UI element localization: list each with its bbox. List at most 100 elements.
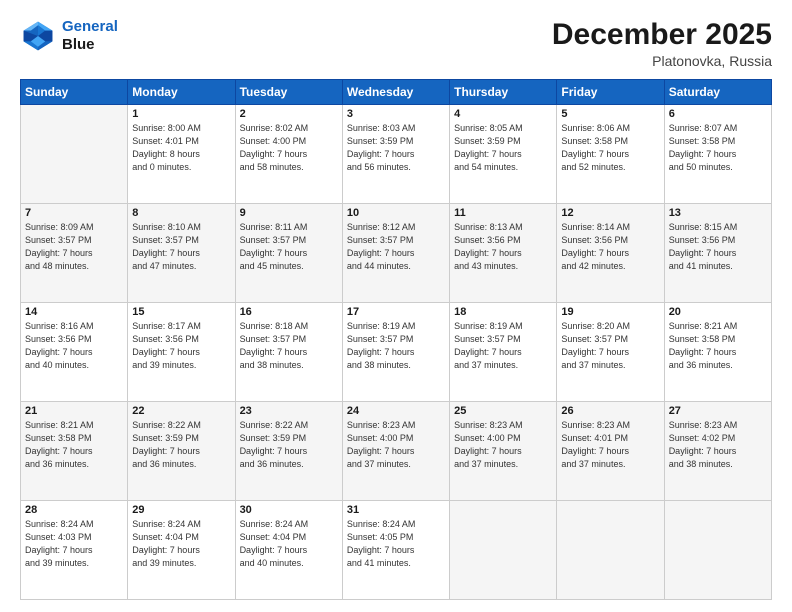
day-number: 18 (454, 306, 552, 318)
day-number: 5 (561, 108, 659, 120)
calendar-cell: 16 Sunrise: 8:18 AM Sunset: 3:57 PM Dayli… (235, 303, 342, 402)
main-title: December 2025 (552, 18, 772, 51)
day-info: Sunrise: 8:11 AM Sunset: 3:57 PM Dayligh… (240, 221, 338, 273)
calendar-cell: 23 Sunrise: 8:22 AM Sunset: 3:59 PM Dayli… (235, 402, 342, 501)
day-number: 14 (25, 306, 123, 318)
calendar-cell: 28Sunrise: 8:24 AM Sunset: 4:03 PM Dayli… (21, 501, 128, 600)
calendar-cell (664, 501, 771, 600)
calendar-cell: 9 Sunrise: 8:11 AM Sunset: 3:57 PM Daylig… (235, 204, 342, 303)
calendar-cell: 7 Sunrise: 8:09 AM Sunset: 3:57 PM Daylig… (21, 204, 128, 303)
week-row-3: 14 Sunrise: 8:16 AM Sunset: 3:56 PM Dayli… (21, 303, 772, 402)
calendar-cell: 26 Sunrise: 8:23 AM Sunset: 4:01 PM Dayli… (557, 402, 664, 501)
day-number: 8 (132, 207, 230, 219)
calendar-cell: 1Sunrise: 8:00 AM Sunset: 4:01 PM Daylig… (128, 105, 235, 204)
day-number: 9 (240, 207, 338, 219)
calendar-cell: 27 Sunrise: 8:23 AM Sunset: 4:02 PM Dayli… (664, 402, 771, 501)
day-number: 1 (132, 108, 230, 120)
day-number: 10 (347, 207, 445, 219)
week-row-5: 28Sunrise: 8:24 AM Sunset: 4:03 PM Dayli… (21, 501, 772, 600)
day-number: 12 (561, 207, 659, 219)
calendar-cell: 20Sunrise: 8:21 AM Sunset: 3:58 PM Dayli… (664, 303, 771, 402)
calendar-cell: 6 Sunrise: 8:07 AM Sunset: 3:58 PM Daylig… (664, 105, 771, 204)
logo-icon (20, 18, 56, 54)
day-number: 7 (25, 207, 123, 219)
col-friday: Friday (557, 80, 664, 105)
col-thursday: Thursday (450, 80, 557, 105)
calendar-cell: 19 Sunrise: 8:20 AM Sunset: 3:57 PM Dayli… (557, 303, 664, 402)
calendar-cell: 3Sunrise: 8:03 AM Sunset: 3:59 PM Daylig… (342, 105, 449, 204)
day-info: Sunrise: 8:18 AM Sunset: 3:57 PM Dayligh… (240, 320, 338, 372)
day-info: Sunrise: 8:22 AM Sunset: 3:59 PM Dayligh… (240, 419, 338, 471)
day-info: Sunrise: 8:24 AM Sunset: 4:04 PM Dayligh… (240, 518, 338, 570)
week-row-4: 21Sunrise: 8:21 AM Sunset: 3:58 PM Dayli… (21, 402, 772, 501)
day-info: Sunrise: 8:23 AM Sunset: 4:01 PM Dayligh… (561, 419, 659, 471)
day-number: 23 (240, 405, 338, 417)
day-number: 16 (240, 306, 338, 318)
day-info: Sunrise: 8:16 AM Sunset: 3:56 PM Dayligh… (25, 320, 123, 372)
col-monday: Monday (128, 80, 235, 105)
day-info: Sunrise: 8:03 AM Sunset: 3:59 PM Dayligh… (347, 122, 445, 174)
day-number: 26 (561, 405, 659, 417)
day-number: 15 (132, 306, 230, 318)
day-info: Sunrise: 8:12 AM Sunset: 3:57 PM Dayligh… (347, 221, 445, 273)
day-number: 20 (669, 306, 767, 318)
day-number: 27 (669, 405, 767, 417)
day-number: 24 (347, 405, 445, 417)
calendar-cell: 13Sunrise: 8:15 AM Sunset: 3:56 PM Dayli… (664, 204, 771, 303)
day-number: 19 (561, 306, 659, 318)
day-number: 6 (669, 108, 767, 120)
week-row-1: 1Sunrise: 8:00 AM Sunset: 4:01 PM Daylig… (21, 105, 772, 204)
calendar-cell: 8Sunrise: 8:10 AM Sunset: 3:57 PM Daylig… (128, 204, 235, 303)
calendar-cell (557, 501, 664, 600)
calendar-cell: 15 Sunrise: 8:17 AM Sunset: 3:56 PM Dayli… (128, 303, 235, 402)
calendar-cell: 5 Sunrise: 8:06 AM Sunset: 3:58 PM Daylig… (557, 105, 664, 204)
calendar-cell (450, 501, 557, 600)
day-info: Sunrise: 8:24 AM Sunset: 4:04 PM Dayligh… (132, 518, 230, 570)
day-info: Sunrise: 8:09 AM Sunset: 3:57 PM Dayligh… (25, 221, 123, 273)
day-info: Sunrise: 8:24 AM Sunset: 4:03 PM Dayligh… (25, 518, 123, 570)
day-info: Sunrise: 8:21 AM Sunset: 3:58 PM Dayligh… (25, 419, 123, 471)
logo: General Blue (20, 18, 118, 54)
calendar-table: Sunday Monday Tuesday Wednesday Thursday… (20, 79, 772, 600)
calendar-cell: 14 Sunrise: 8:16 AM Sunset: 3:56 PM Dayli… (21, 303, 128, 402)
day-info: Sunrise: 8:06 AM Sunset: 3:58 PM Dayligh… (561, 122, 659, 174)
day-info: Sunrise: 8:19 AM Sunset: 3:57 PM Dayligh… (454, 320, 552, 372)
day-info: Sunrise: 8:17 AM Sunset: 3:56 PM Dayligh… (132, 320, 230, 372)
day-info: Sunrise: 8:23 AM Sunset: 4:00 PM Dayligh… (454, 419, 552, 471)
day-info: Sunrise: 8:23 AM Sunset: 4:00 PM Dayligh… (347, 419, 445, 471)
day-info: Sunrise: 8:22 AM Sunset: 3:59 PM Dayligh… (132, 419, 230, 471)
day-info: Sunrise: 8:07 AM Sunset: 3:58 PM Dayligh… (669, 122, 767, 174)
day-info: Sunrise: 8:15 AM Sunset: 3:56 PM Dayligh… (669, 221, 767, 273)
calendar-cell: 18 Sunrise: 8:19 AM Sunset: 3:57 PM Dayli… (450, 303, 557, 402)
calendar-cell: 24 Sunrise: 8:23 AM Sunset: 4:00 PM Dayli… (342, 402, 449, 501)
calendar-cell: 2Sunrise: 8:02 AM Sunset: 4:00 PM Daylig… (235, 105, 342, 204)
col-saturday: Saturday (664, 80, 771, 105)
calendar-cell: 11Sunrise: 8:13 AM Sunset: 3:56 PM Dayli… (450, 204, 557, 303)
day-info: Sunrise: 8:14 AM Sunset: 3:56 PM Dayligh… (561, 221, 659, 273)
calendar-cell: 22Sunrise: 8:22 AM Sunset: 3:59 PM Dayli… (128, 402, 235, 501)
week-row-2: 7 Sunrise: 8:09 AM Sunset: 3:57 PM Daylig… (21, 204, 772, 303)
day-number: 25 (454, 405, 552, 417)
calendar-cell: 29Sunrise: 8:24 AM Sunset: 4:04 PM Dayli… (128, 501, 235, 600)
calendar-cell (21, 105, 128, 204)
calendar-cell: 10 Sunrise: 8:12 AM Sunset: 3:57 PM Dayli… (342, 204, 449, 303)
col-sunday: Sunday (21, 80, 128, 105)
subtitle: Platonovka, Russia (552, 53, 772, 69)
calendar-cell: 30 Sunrise: 8:24 AM Sunset: 4:04 PM Dayli… (235, 501, 342, 600)
calendar-cell: 12 Sunrise: 8:14 AM Sunset: 3:56 PM Dayli… (557, 204, 664, 303)
calendar-cell: 31Sunrise: 8:24 AM Sunset: 4:05 PM Dayli… (342, 501, 449, 600)
calendar-header-row: Sunday Monday Tuesday Wednesday Thursday… (21, 80, 772, 105)
calendar-cell: 21Sunrise: 8:21 AM Sunset: 3:58 PM Dayli… (21, 402, 128, 501)
header: General Blue December 2025 Platonovka, R… (20, 18, 772, 69)
day-info: Sunrise: 8:02 AM Sunset: 4:00 PM Dayligh… (240, 122, 338, 174)
day-info: Sunrise: 8:23 AM Sunset: 4:02 PM Dayligh… (669, 419, 767, 471)
day-number: 31 (347, 504, 445, 516)
calendar-cell: 25 Sunrise: 8:23 AM Sunset: 4:00 PM Dayli… (450, 402, 557, 501)
col-tuesday: Tuesday (235, 80, 342, 105)
day-number: 30 (240, 504, 338, 516)
day-info: Sunrise: 8:20 AM Sunset: 3:57 PM Dayligh… (561, 320, 659, 372)
day-info: Sunrise: 8:13 AM Sunset: 3:56 PM Dayligh… (454, 221, 552, 273)
col-wednesday: Wednesday (342, 80, 449, 105)
day-number: 4 (454, 108, 552, 120)
day-info: Sunrise: 8:19 AM Sunset: 3:57 PM Dayligh… (347, 320, 445, 372)
